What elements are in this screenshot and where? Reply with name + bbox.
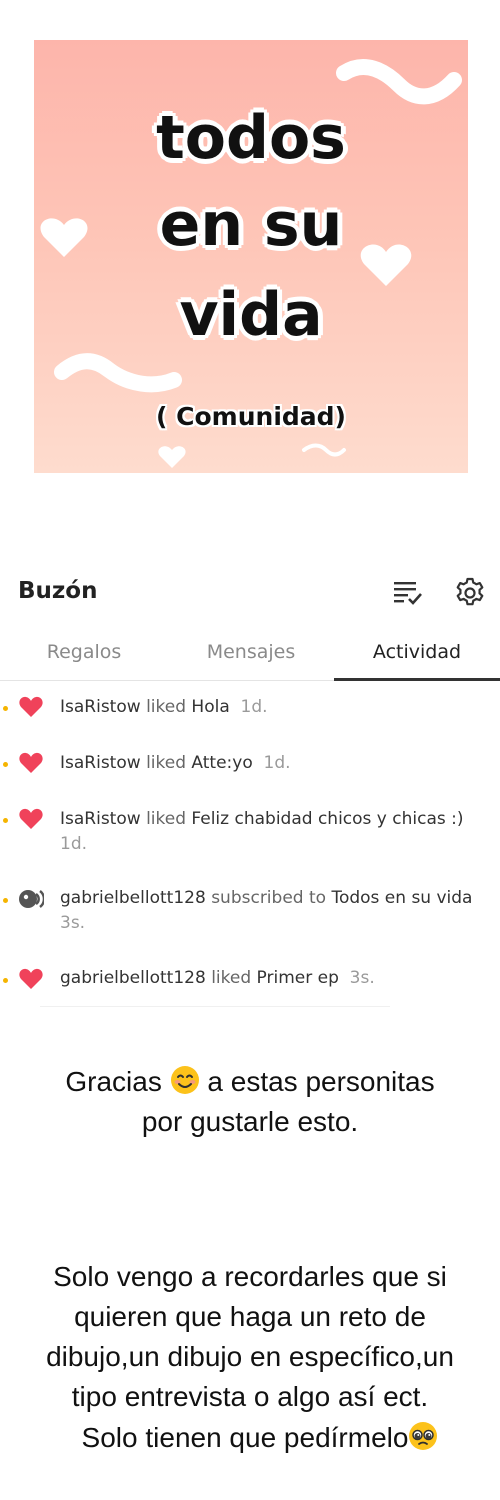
activity-action: liked	[146, 809, 186, 829]
reminder-last-text: Solo tienen que pedírmelo	[81, 1422, 409, 1453]
activity-time: 1d.	[60, 834, 88, 854]
activity-action: subscribed to	[211, 888, 327, 908]
activity-target[interactable]: Hola	[191, 697, 229, 717]
unread-dot	[3, 898, 8, 903]
community-cover-image: todos en su vida ( Comunidad)	[34, 40, 468, 473]
activity-action: liked	[146, 697, 186, 717]
unread-dot	[3, 762, 8, 767]
unread-dot	[3, 978, 8, 983]
inbox-tabs: Regalos Mensajes Actividad	[0, 632, 500, 681]
heart-icon	[19, 752, 43, 773]
activity-action: liked	[146, 753, 186, 773]
activity-time: 1d.	[263, 753, 291, 773]
tab-regalos[interactable]: Regalos	[0, 632, 168, 678]
gear-icon	[456, 577, 484, 606]
thanks-line-1: Gracias a estas personitas	[0, 1062, 500, 1102]
list-divider	[40, 1006, 390, 1007]
settings-button[interactable]	[452, 575, 488, 611]
tab-mensajes[interactable]: Mensajes	[168, 632, 334, 678]
activity-target[interactable]: Atte:yo	[191, 753, 252, 773]
pleading-face-icon	[409, 1422, 438, 1450]
reminder-line-2: quieren que haga un reto de	[74, 1301, 426, 1332]
cover-title-line-1: todos	[156, 103, 346, 173]
heart-icon	[19, 968, 43, 989]
activity-user[interactable]: IsaRistow	[60, 809, 141, 829]
heart-icon	[19, 696, 43, 717]
activity-user[interactable]: IsaRistow	[60, 697, 141, 717]
thanks-text: Gracias	[65, 1066, 162, 1097]
mark-read-button[interactable]	[390, 575, 426, 611]
thanks-text-rest: a estas personitas	[207, 1066, 435, 1097]
reminder-line-1: Solo vengo a recordarles que si	[53, 1261, 447, 1292]
activity-time: 3s.	[349, 968, 375, 988]
smiling-face-icon	[170, 1066, 199, 1094]
reminder-line-5: Solo tienen que pedírmelo	[0, 1418, 500, 1458]
activity-user[interactable]: gabrielbellott128	[60, 968, 206, 988]
reminder-line-3: dibujo,un dibujo en específico,un	[46, 1341, 454, 1372]
heart-icon	[19, 808, 43, 829]
cover-title-line-3: vida	[179, 280, 323, 350]
activity-target[interactable]: Primer ep	[257, 968, 339, 988]
mark-read-icon	[394, 582, 422, 605]
tab-actividad[interactable]: Actividad	[334, 632, 500, 681]
activity-action: liked	[211, 968, 252, 988]
activity-time: 1d.	[240, 697, 268, 717]
activity-target[interactable]: Feliz chabidad chicos y chicas :)	[191, 809, 463, 829]
cover-subtitle: ( Comunidad)	[156, 402, 346, 431]
inbox-title: Buzón	[18, 578, 98, 604]
unread-dot	[3, 706, 8, 711]
cover-title-line-2: en su	[159, 190, 343, 260]
activity-time: 3s.	[60, 913, 86, 933]
subscribe-icon	[19, 890, 44, 908]
activity-user[interactable]: gabrielbellott128	[60, 888, 206, 908]
unread-dot	[3, 818, 8, 823]
thanks-line-2: por gustarle esto.	[141, 1106, 359, 1137]
reminder-line-4: tipo entrevista o algo así ect.	[71, 1381, 429, 1412]
activity-user[interactable]: IsaRistow	[60, 753, 141, 773]
activity-target[interactable]: Todos en su vida	[331, 888, 472, 908]
